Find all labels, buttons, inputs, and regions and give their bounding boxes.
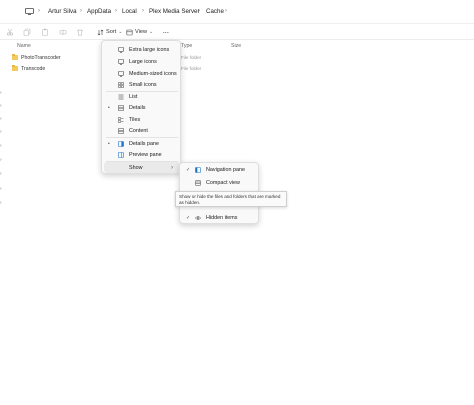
nav-pane-chevron-icon[interactable]: › (0, 143, 2, 149)
menu-item-details-pane[interactable]: • Details pane (102, 138, 182, 149)
more-options-button[interactable]: ... (163, 27, 169, 37)
eye-icon (195, 215, 201, 220)
list-icon (118, 94, 124, 99)
delete-icon[interactable] (76, 28, 84, 36)
chevron-down-icon: ⌄ (118, 29, 123, 35)
menu-item-large-icons[interactable]: Large icons (102, 56, 182, 67)
copy-icon[interactable] (23, 28, 31, 36)
file-row[interactable]: Transcode (12, 64, 102, 73)
chevron-right-icon: › (142, 8, 144, 14)
computer-icon (25, 8, 34, 15)
monitor-icon (118, 58, 124, 65)
breadcrumb-plex-media-server[interactable]: Plex Media Server (149, 8, 200, 15)
chevron-right-icon: › (38, 8, 40, 14)
rename-icon[interactable] (59, 28, 67, 36)
file-row[interactable]: PhotoTranscoder (12, 53, 102, 62)
chevron-down-icon: ⌄ (149, 29, 154, 35)
address-bar[interactable]: › Artur Silva › AppData › Local › Plex M… (0, 0, 474, 24)
view-label: View (135, 29, 148, 35)
paste-icon[interactable] (41, 28, 49, 36)
command-bar: Sort ⌄ View ⌄ ... (0, 24, 474, 40)
file-name: Transcode (21, 65, 46, 72)
nav-pane-chevron-icon[interactable]: › (0, 116, 2, 122)
sort-button[interactable]: Sort ⌄ (97, 27, 122, 37)
menu-item-details[interactable]: • Details (102, 102, 182, 113)
nav-pane-chevron-icon[interactable]: › (0, 171, 2, 177)
cut-icon[interactable] (6, 28, 14, 36)
tiles-icon (118, 116, 124, 123)
menu-item-content[interactable]: Content (102, 125, 182, 136)
nav-pane-chevron-icon[interactable]: › (0, 200, 2, 206)
menu-item-show[interactable]: Show › (104, 162, 180, 173)
breadcrumb-cache[interactable]: Cache (206, 8, 224, 15)
breadcrumb-artur-silva[interactable]: Artur Silva (48, 8, 77, 15)
column-header-type[interactable]: Type (181, 43, 192, 49)
menu-item-list[interactable]: List (102, 91, 182, 102)
file-name: PhotoTranscoder (21, 54, 61, 61)
column-header-name[interactable]: Name (17, 43, 31, 49)
file-type: File folder (181, 66, 202, 71)
chevron-right-icon: › (225, 8, 227, 14)
selected-dot-icon: • (108, 104, 110, 111)
details-pane-icon (118, 140, 124, 147)
monitor-icon (118, 70, 124, 77)
folder-icon (12, 65, 18, 71)
checkmark-icon: ✓ (186, 214, 191, 221)
nav-pane-chevron-icon[interactable]: › (0, 157, 2, 163)
file-explorer-window: › Artur Silva › AppData › Local › Plex M… (0, 0, 474, 405)
chevron-right-icon: › (80, 8, 82, 14)
breadcrumb-appdata[interactable]: AppData (87, 8, 111, 15)
menu-item-tiles[interactable]: Tiles (102, 114, 182, 125)
compact-view-icon (195, 179, 201, 186)
menu-item-hidden-items[interactable]: ✓ Hidden items (180, 212, 260, 223)
preview-pane-icon (118, 151, 124, 158)
nav-pane-chevron-icon[interactable]: › (0, 103, 2, 109)
column-header-size[interactable]: Size (231, 43, 241, 49)
breadcrumb-local[interactable]: Local (122, 8, 137, 15)
selected-dot-icon: • (108, 140, 110, 147)
view-menu: Extra large icons Large icons Medium-siz… (101, 40, 181, 174)
content-icon (118, 127, 124, 134)
chevron-right-icon: › (115, 8, 117, 14)
file-type: File folder (181, 55, 202, 60)
nav-pane-chevron-icon[interactable]: › (0, 90, 2, 96)
nav-pane-chevron-icon[interactable]: › (0, 129, 2, 135)
view-button[interactable]: View ⌄ (126, 27, 153, 37)
checkmark-icon: ✓ (186, 166, 191, 173)
sort-label: Sort (106, 29, 117, 35)
sort-icon (97, 29, 104, 35)
grid-icon (118, 81, 124, 88)
menu-item-compact-view[interactable]: Compact view (180, 177, 260, 188)
navigation-pane-icon (195, 166, 201, 173)
chevron-right-icon: › (198, 8, 200, 14)
menu-item-preview-pane[interactable]: Preview pane (102, 149, 182, 160)
chevron-right-icon: › (171, 164, 173, 171)
menu-item-navigation-pane[interactable]: ✓ Navigation pane (180, 164, 260, 175)
monitor-icon (118, 46, 124, 53)
view-icon (126, 29, 133, 35)
details-icon (118, 104, 124, 111)
folder-icon (12, 54, 18, 60)
nav-pane-chevron-icon[interactable]: › (0, 186, 2, 192)
menu-item-small-icons[interactable]: Small icons (102, 79, 182, 90)
menu-item-medium-icons[interactable]: Medium-sized icons (102, 68, 182, 79)
menu-item-extra-large-icons[interactable]: Extra large icons (102, 44, 182, 55)
hidden-items-tooltip: Show or hide the files and folders that … (175, 191, 287, 207)
